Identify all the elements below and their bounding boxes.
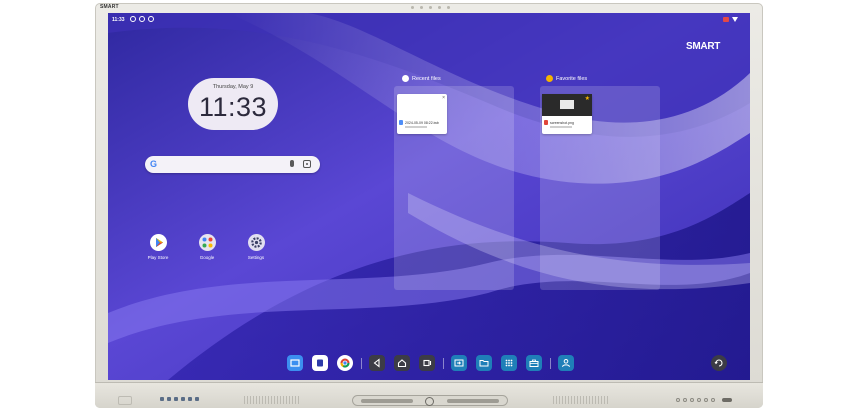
status-time: 11:33 (112, 17, 125, 23)
hardware-control-bar[interactable] (352, 395, 508, 406)
front-panel-button[interactable] (118, 396, 132, 405)
settings-gear-icon (247, 234, 265, 251)
file-meta-line (405, 126, 427, 128)
star-icon (546, 75, 553, 82)
speaker-grille-right (553, 396, 609, 404)
volume-down-button[interactable] (361, 399, 413, 403)
clock-time: 11:33 (198, 92, 268, 122)
whiteboard-icon[interactable] (287, 355, 303, 371)
google-search-bar[interactable]: G (145, 156, 320, 173)
notification-status-icon[interactable] (148, 16, 154, 22)
favorite-files-header: Favorite files (546, 75, 588, 82)
file-name: screenshot.png (550, 121, 574, 125)
status-bar: 11:33 (108, 13, 750, 27)
taskbar (108, 350, 750, 374)
chrome-icon[interactable] (337, 355, 353, 371)
home-icon[interactable] (394, 355, 410, 371)
recent-files-header: Recent files (402, 75, 441, 82)
recent-files-title: Recent files (412, 76, 441, 82)
wifi-icon (732, 17, 738, 22)
taskbar-separator (443, 358, 444, 369)
recent-apps-icon[interactable] (419, 355, 435, 371)
home-screen: 11:33 SMART Thursday, May 9 11:33 G Play… (108, 13, 750, 380)
google-logo-icon: G (150, 159, 158, 169)
toolbox-icon[interactable] (526, 355, 542, 371)
settings-status-icon[interactable] (130, 16, 136, 22)
power-button-icon[interactable] (425, 397, 434, 406)
whiteboard-file-icon (399, 120, 403, 125)
favorite-star-icon[interactable]: ★ (585, 95, 590, 102)
play-store-icon (149, 234, 167, 251)
app-label: Google (199, 255, 215, 260)
files-icon[interactable] (476, 355, 492, 371)
file-name: 2024-05-09 08:22.iwb (405, 121, 439, 125)
app-google-folder[interactable]: Google (189, 234, 225, 260)
clock-icon (402, 75, 409, 82)
sync-status-icon[interactable] (139, 16, 145, 22)
recent-files-panel: × 2024-05-09 08:22.iwb (394, 86, 514, 290)
volume-up-button[interactable] (447, 399, 499, 403)
front-ports (160, 397, 199, 401)
taskbar-separator (361, 358, 362, 369)
google-lens-icon[interactable] (303, 160, 311, 168)
favorite-file-card[interactable]: ★ screenshot.png (542, 94, 592, 134)
user-signin-icon[interactable] (558, 355, 574, 371)
screen-rotate-icon[interactable] (711, 355, 727, 371)
close-icon[interactable]: × (442, 95, 445, 101)
recent-file-card[interactable]: × 2024-05-09 08:22.iwb (397, 94, 447, 134)
app-settings[interactable]: Settings (238, 234, 274, 260)
favorite-files-panel: ★ screenshot.png (540, 86, 660, 290)
front-indicator-buttons[interactable] (676, 398, 732, 402)
microphone-icon[interactable] (290, 160, 294, 167)
image-file-icon (544, 120, 548, 125)
app-label: Settings (247, 255, 265, 260)
taskbar-separator (550, 358, 551, 369)
app-play-store[interactable]: Play Store (140, 234, 176, 260)
smart-logo: SMART (686, 41, 721, 52)
back-icon[interactable] (369, 355, 385, 371)
input-source-icon[interactable] (451, 355, 467, 371)
record-indicator-icon (723, 17, 729, 22)
file-meta-line (550, 126, 572, 128)
google-folder-icon (198, 234, 216, 251)
notebook-icon[interactable] (312, 355, 328, 371)
favorite-files-title: Favorite files (556, 76, 588, 82)
clock-date: Thursday, May 9 (212, 84, 254, 90)
speaker-grille-left (244, 396, 300, 404)
apps-grid-icon[interactable] (501, 355, 517, 371)
clock-widget[interactable]: Thursday, May 9 11:33 (188, 78, 278, 130)
app-label: Play Store (147, 255, 169, 260)
bezel-sensors (400, 6, 460, 9)
bezel-brand-mark: SMART (100, 4, 119, 10)
